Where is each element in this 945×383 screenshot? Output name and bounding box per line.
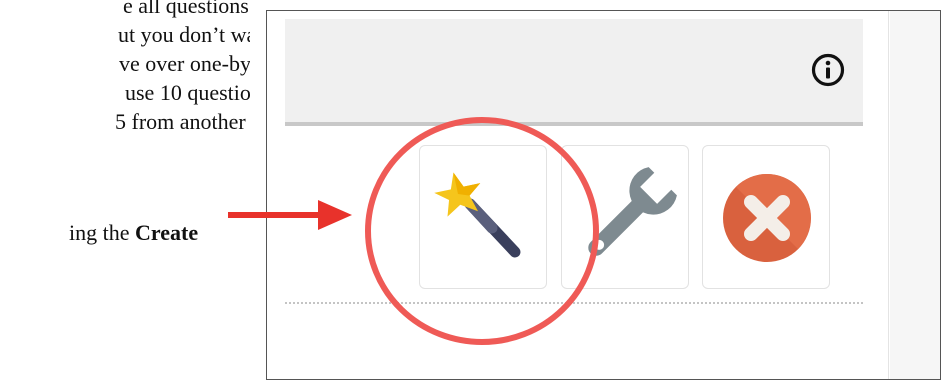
delete-icon <box>723 174 811 262</box>
right-pane <box>890 11 940 379</box>
document-text-bold: Create <box>135 220 199 245</box>
document-line: 5 from another <box>115 109 246 134</box>
document-line-create: ing the Create <box>69 218 198 247</box>
wrench-icon <box>588 167 677 256</box>
toolbar-panel <box>266 10 941 380</box>
panel-header <box>285 19 863 126</box>
pane-divider <box>888 11 889 379</box>
document-text-prefix: ing the <box>69 220 135 245</box>
wrench-button[interactable] <box>561 145 689 289</box>
document-line: ut you don’t want <box>118 22 250 47</box>
document-text: e all questions from ut you don’t want v… <box>0 0 250 383</box>
magic-wand-icon <box>434 172 521 258</box>
magic-wand-button[interactable] <box>419 145 547 289</box>
document-line: ve over one-by-one. <box>119 51 250 76</box>
document-line: e all questions from <box>123 0 250 18</box>
delete-button[interactable] <box>702 145 830 289</box>
document-line: use 10 questions <box>125 80 250 105</box>
info-icon[interactable] <box>811 53 845 87</box>
separator-dotted <box>285 302 863 304</box>
